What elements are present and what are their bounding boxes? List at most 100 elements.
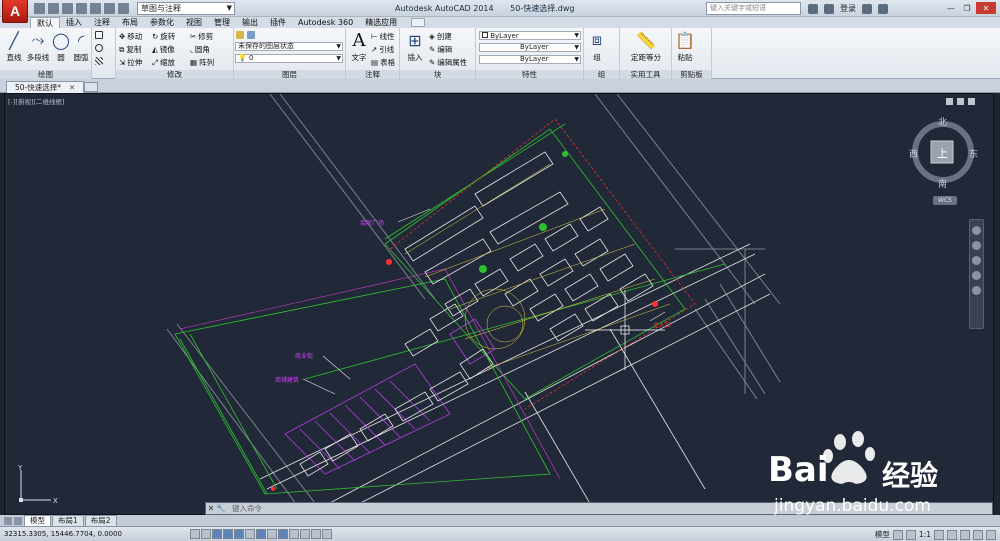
- tab-view[interactable]: 视图: [180, 17, 208, 28]
- close-icon[interactable]: ✕: [206, 504, 216, 513]
- help-search-input[interactable]: 键入关键字或短语: [706, 2, 801, 15]
- compass-north[interactable]: 北: [938, 115, 947, 128]
- command-line[interactable]: ✕ 🔧 键入命令: [205, 502, 993, 515]
- compass-west[interactable]: 西: [909, 147, 918, 160]
- paste-tool[interactable]: 📋 粘贴: [674, 30, 696, 63]
- scale-tool[interactable]: ⤢ 缩放: [152, 57, 175, 68]
- properties-panel-title[interactable]: 特性: [476, 70, 583, 79]
- circle-tool[interactable]: ◯ 圆: [50, 30, 72, 63]
- utilities-panel-title[interactable]: 实用工具: [620, 70, 671, 79]
- text-tool[interactable]: A 文字: [348, 30, 370, 63]
- model-space-button[interactable]: 模型: [875, 529, 890, 540]
- annotation-panel-title[interactable]: 注释: [346, 70, 399, 79]
- ribbon-minimize-button[interactable]: [411, 18, 426, 27]
- rectangle-tool[interactable]: [95, 31, 103, 39]
- tab-model[interactable]: 模型: [24, 514, 51, 527]
- zoom-icon[interactable]: [972, 256, 981, 265]
- tab-prev-icon[interactable]: [4, 516, 12, 525]
- tab-plugins[interactable]: 插件: [264, 17, 292, 28]
- viewcube[interactable]: 北 南 东 西 上 WCS: [907, 114, 983, 214]
- wrench-icon[interactable]: 🔧: [216, 504, 226, 513]
- layer-state-icon[interactable]: [247, 31, 255, 39]
- selection-cycling-toggle[interactable]: [322, 529, 332, 539]
- tab-manage[interactable]: 管理: [208, 17, 236, 28]
- osnap-toggle[interactable]: [234, 529, 244, 539]
- ortho-toggle[interactable]: [212, 529, 222, 539]
- clean-screen-icon[interactable]: [986, 529, 996, 540]
- save-as-icon[interactable]: [76, 2, 87, 14]
- layer-state-select[interactable]: 未保存的图层状态 ▼: [235, 42, 343, 51]
- maximize-button[interactable]: ❐: [960, 2, 974, 14]
- quick-view-drawings-icon[interactable]: [905, 529, 916, 540]
- rotate-tool[interactable]: ↻ 旋转: [152, 31, 175, 42]
- workspace-switch-icon[interactable]: [947, 529, 957, 540]
- new-icon[interactable]: [34, 2, 45, 14]
- undo-icon[interactable]: [104, 2, 115, 14]
- isolate-objects-icon[interactable]: [973, 529, 983, 540]
- array-tool[interactable]: ▦ 阵列: [190, 57, 214, 68]
- mirror-tool[interactable]: ◭ 镜像: [152, 44, 175, 55]
- edit-block-tool[interactable]: ✎ 编辑: [429, 44, 452, 55]
- ducs-toggle[interactable]: [267, 529, 277, 539]
- compass-south[interactable]: 南: [938, 177, 947, 190]
- groups-panel-title[interactable]: 组: [584, 70, 619, 79]
- 3d-osnap-toggle[interactable]: [245, 529, 255, 539]
- otrack-toggle[interactable]: [256, 529, 266, 539]
- trim-tool[interactable]: ✂ 修剪: [190, 31, 213, 42]
- copy-tool[interactable]: ⧉ 复制: [119, 44, 141, 55]
- open-icon[interactable]: [48, 2, 59, 14]
- ellipse-tool[interactable]: [95, 44, 103, 52]
- color-select[interactable]: ByLayer ▼: [479, 31, 581, 40]
- grid-toggle[interactable]: [201, 529, 211, 539]
- application-menu-button[interactable]: A: [2, 0, 28, 23]
- polar-toggle[interactable]: [223, 529, 233, 539]
- move-tool[interactable]: ✥ 移动: [119, 31, 142, 42]
- binoculars-icon[interactable]: [808, 3, 818, 14]
- drawing-viewport[interactable]: [-][俯视][二维线框] 会所广场 商业街 商铺建筑 主入口 北 南 东 西 …: [4, 93, 994, 516]
- minimize-button[interactable]: —: [944, 2, 958, 14]
- tab-output[interactable]: 输出: [236, 17, 264, 28]
- exchange-icon[interactable]: [862, 3, 872, 14]
- current-layer-select[interactable]: 💡 0 ▼: [235, 54, 343, 63]
- print-icon[interactable]: [90, 2, 101, 14]
- lock-icon[interactable]: [960, 529, 970, 540]
- redo-icon[interactable]: [118, 2, 129, 14]
- close-button[interactable]: ✕: [976, 2, 996, 14]
- quick-view-layouts-icon[interactable]: [892, 529, 903, 540]
- login-link[interactable]: 登录: [840, 3, 856, 14]
- layers-panel-title[interactable]: 图层: [234, 70, 345, 79]
- transparency-toggle[interactable]: [300, 529, 310, 539]
- annotation-scale[interactable]: 1:1: [919, 530, 931, 539]
- clipboard-panel-title[interactable]: 剪贴板: [672, 70, 711, 79]
- tab-layout1[interactable]: 布局1: [52, 514, 84, 527]
- draw-panel-title[interactable]: 绘图: [0, 70, 91, 79]
- tab-home[interactable]: 默认: [30, 17, 60, 28]
- fillet-tool[interactable]: ◟ 圆角: [190, 44, 210, 55]
- polyline-tool[interactable]: ⤳ 多段线: [26, 30, 50, 63]
- snap-toggle[interactable]: [190, 529, 200, 539]
- line-tool[interactable]: ╱ 直线: [3, 30, 25, 63]
- tab-parametric[interactable]: 参数化: [144, 17, 180, 28]
- doc-tab-active[interactable]: 50-快速选择* ✕: [6, 81, 85, 93]
- save-icon[interactable]: [62, 2, 73, 14]
- annotation-visibility-icon[interactable]: [934, 529, 944, 540]
- layer-properties-icon[interactable]: [236, 31, 244, 39]
- create-block-tool[interactable]: ◈ 创建: [429, 31, 452, 42]
- arc-tool[interactable]: ◜ 圆弧: [70, 30, 92, 63]
- table-tool[interactable]: ▤ 表格: [371, 57, 395, 68]
- help-icon[interactable]: [878, 3, 888, 14]
- hatch-tool[interactable]: [95, 57, 103, 65]
- insert-block-tool[interactable]: ⊞ 插入: [404, 30, 426, 63]
- measure-tool[interactable]: 📏 定距等分: [624, 30, 668, 63]
- new-tab-button[interactable]: [84, 82, 98, 92]
- tab-featured-apps[interactable]: 精选应用: [359, 17, 403, 28]
- pan-icon[interactable]: [972, 241, 981, 250]
- tab-layout2[interactable]: 布局2: [84, 514, 117, 527]
- dyn-toggle[interactable]: [278, 529, 288, 539]
- stretch-tool[interactable]: ⇲ 拉伸: [119, 57, 142, 68]
- tab-annotate[interactable]: 注释: [88, 17, 116, 28]
- orbit-icon[interactable]: [972, 271, 981, 280]
- steering-wheel-icon[interactable]: [972, 226, 981, 235]
- wcs-menu[interactable]: WCS: [933, 196, 957, 205]
- cursor-coordinates[interactable]: 32315.3305, 15446.7704, 0.0000: [0, 530, 190, 538]
